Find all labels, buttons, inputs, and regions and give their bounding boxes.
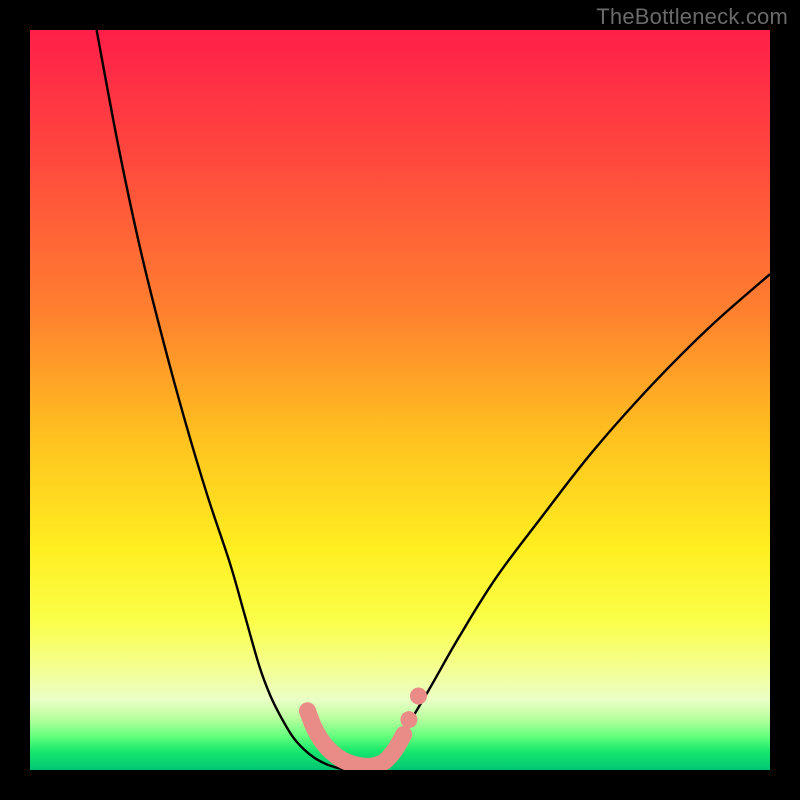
watermark-text: TheBottleneck.com xyxy=(596,4,788,30)
floor-marker-dot xyxy=(400,711,417,728)
chart-canvas xyxy=(30,30,770,770)
chart-frame: TheBottleneck.com xyxy=(0,0,800,800)
plot-background xyxy=(30,30,770,770)
floor-marker-dot xyxy=(410,688,427,705)
